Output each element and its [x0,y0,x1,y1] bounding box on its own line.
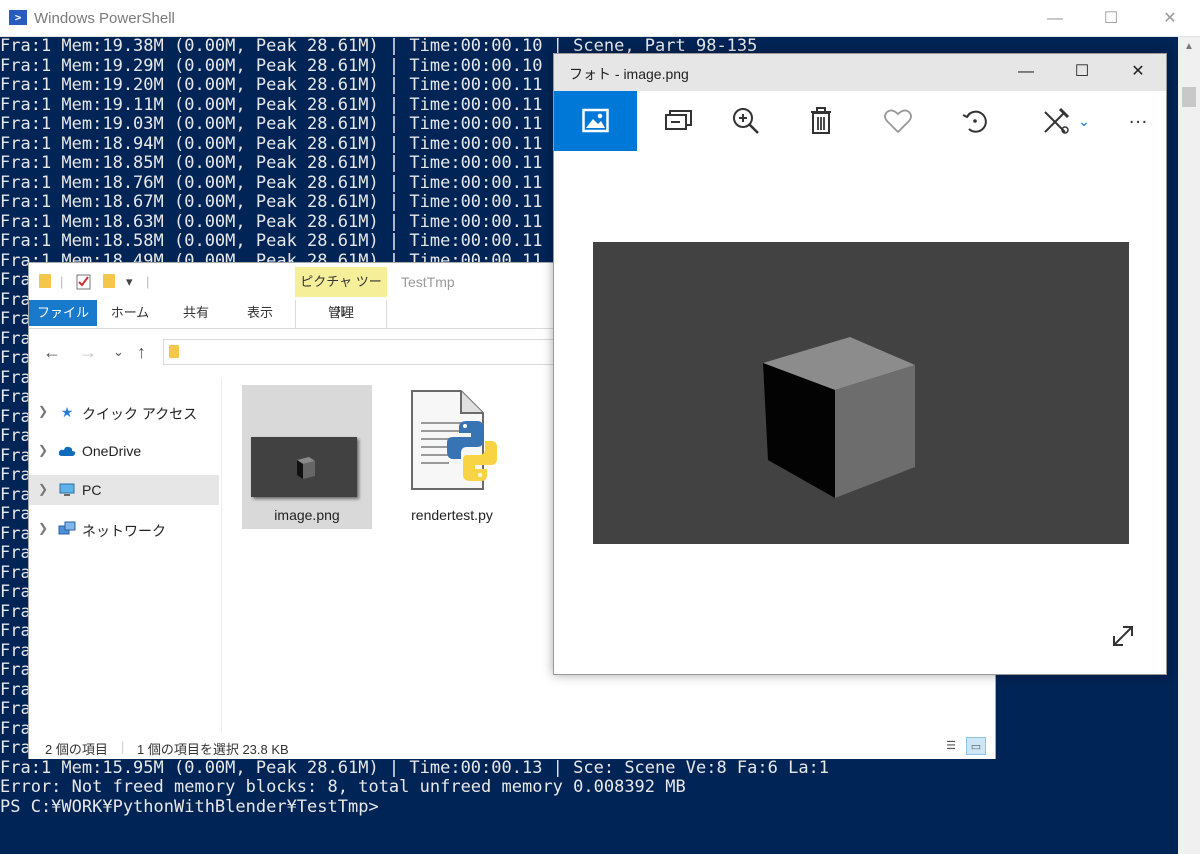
image-thumbnail [251,437,357,497]
minimize-button[interactable]: — [1045,9,1065,29]
photos-titlebar[interactable]: フォト - image.png — ☐ ✕ [554,54,1166,91]
powershell-icon: > [9,10,27,25]
item-count: 2 個の項目 [45,742,108,757]
chevron-right-icon[interactable]: ❯ [38,404,48,418]
properties-icon[interactable] [76,274,92,290]
tab-file[interactable]: ファイル [29,300,97,326]
file-name: rendertest.py [411,507,493,523]
favorite-icon[interactable] [880,103,916,139]
sidebar-item-quick-access[interactable]: ❯ ★ クイック アクセス [29,397,219,427]
close-button[interactable]: ✕ [1127,61,1149,83]
tab-manage[interactable]: 管理 [295,300,387,326]
slideshow-icon[interactable] [661,103,697,139]
fullscreen-expand-icon[interactable] [1110,623,1136,649]
folder-icon [39,274,51,288]
details-view-icon[interactable]: ☰ [941,737,961,755]
cloud-icon [58,446,76,456]
scroll-up-arrow-icon[interactable]: ▲ [1178,37,1200,57]
maximize-button[interactable]: ☐ [1071,61,1093,83]
status-separator: | [121,739,125,754]
address-bar[interactable] [163,339,563,365]
network-icon [58,521,76,535]
chevron-right-icon[interactable]: ❯ [38,443,48,457]
file-list: image.png rendertest.py [222,378,562,733]
console-line: Error: Not freed memory blocks: 8, total… [0,777,686,797]
close-button[interactable]: ✕ [1160,9,1180,29]
minimize-button[interactable]: — [1015,61,1037,83]
file-item-rendertest[interactable]: rendertest.py [387,385,517,529]
view-image-icon [582,108,609,133]
console-line: Fra:1 Mem:15.95M (0.00M, Peak 28.61M) | … [0,757,830,778]
photos-toolbar: ⌄ … [554,91,1166,151]
forward-button[interactable]: → [79,340,97,364]
explorer-title: TestTmp [401,274,455,290]
selection-info: 1 個の項目を選択 23.8 KB [137,742,289,757]
computer-icon [59,483,75,496]
zoom-icon[interactable] [728,103,764,139]
powershell-title: Windows PowerShell [34,10,175,27]
photos-window: フォト - image.png — ☐ ✕ ⌄ … [553,53,1167,675]
sidebar-item-onedrive[interactable]: ❯ OneDrive [29,436,219,466]
back-button[interactable]: ← [43,340,61,364]
chevron-right-icon[interactable]: ❯ [38,482,48,496]
maximize-button[interactable]: ☐ [1101,9,1121,29]
python-file-icon [411,390,497,490]
delete-icon[interactable] [803,103,839,139]
view-image-button[interactable] [554,91,637,151]
sidebar-item-pc[interactable]: ❯ PC [29,475,219,505]
rendered-cube-image [763,337,915,498]
separator-icon: | [146,274,150,289]
console-line: PS C:¥WORK¥PythonWithBlender¥TestTmp> [0,796,379,817]
sidebar-item-label: クイック アクセス [82,406,198,422]
tab-view[interactable]: 表示 [237,300,283,326]
tab-home[interactable]: ホーム [107,300,153,326]
chevron-right-icon[interactable]: ❯ [38,521,48,535]
large-icons-view-icon[interactable]: ▭ [966,737,986,755]
tab-share[interactable]: 共有 [173,300,219,326]
powershell-titlebar[interactable]: > Windows PowerShell — ☐ ✕ [0,0,1200,37]
up-button[interactable]: ↑ [137,340,146,364]
sidebar-item-network[interactable]: ❯ ネットワーク [29,514,219,544]
scrollbar-thumb[interactable] [1182,87,1196,107]
star-icon: ★ [60,404,74,420]
rotate-icon[interactable] [957,103,993,139]
photos-title: フォト - image.png [569,66,689,82]
chevron-down-icon[interactable]: ⌄ [1074,105,1094,141]
sidebar-item-label: PC [82,482,102,498]
file-item-image[interactable]: image.png [242,385,372,529]
more-icon[interactable]: … [1120,103,1156,139]
console-scrollbar[interactable]: ▲ [1178,37,1200,854]
folder-icon [169,345,179,358]
picture-tools-context-tab: ピクチャ ツール [295,267,387,319]
status-bar: 2 個の項目 | 1 個の項目を選択 23.8 KB ☰ ▭ [29,733,995,759]
edit-icon[interactable] [1038,103,1074,139]
recent-locations-button[interactable]: ⌄ [113,340,124,364]
navigation-pane: ❯ ★ クイック アクセス ❯ OneDrive ❯ PC ❯ ネットワーク [29,378,222,733]
new-folder-icon[interactable] [103,274,115,288]
customize-qat-dropdown[interactable]: ▾ [126,274,133,290]
photo-canvas[interactable] [593,242,1129,544]
sidebar-item-label: OneDrive [82,443,142,459]
file-name: image.png [274,507,340,523]
separator-icon: | [60,274,64,289]
sidebar-item-label: ネットワーク [82,523,166,539]
